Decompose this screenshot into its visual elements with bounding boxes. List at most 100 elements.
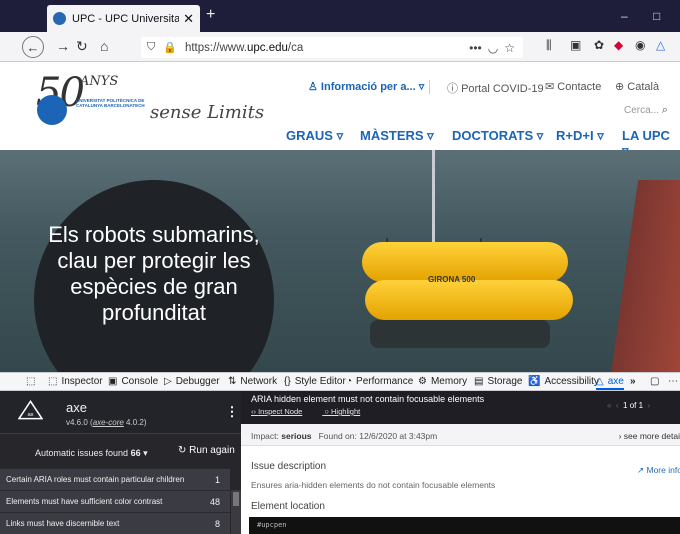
close-tab-icon[interactable]: ✕ [183, 11, 194, 27]
back-button[interactable]: ← [22, 36, 44, 58]
address-bar[interactable]: ⛉ 🔒 https://www.upc.edu/ca ••• ◡ ☆ [141, 37, 523, 58]
bookmark-star-icon[interactable]: ☆ [504, 41, 515, 55]
axe-title: axe [66, 400, 87, 415]
highlight-link[interactable]: ○ Highlight [324, 407, 370, 416]
submarine-lower-hull-image [365, 280, 573, 320]
header-divider [429, 80, 430, 94]
issue-actions: ‹› Inspect Node ○ Highlight [251, 407, 380, 416]
axe-options-icon[interactable]: ⋮ [223, 401, 241, 425]
found-on-text: Found on: 12/6/2020 at 3:43pm [318, 431, 438, 441]
browser-tab[interactable]: UPC - UPC Universitat Politècnica ✕ [47, 5, 200, 32]
devtools-menu-icon[interactable]: ⋯ [668, 376, 678, 387]
issues-found-dropdown[interactable]: Automatic issues found 66 ▾ [0, 443, 170, 465]
forward-button[interactable]: → [56, 38, 70, 54]
element-location-heading: Element location [251, 501, 325, 512]
sidebar-icon[interactable]: ▣ [570, 38, 581, 52]
nav-masters[interactable]: MÀSTERS ▿ [360, 128, 434, 144]
site-search-input[interactable]: Cerca... ⌕ [624, 104, 668, 117]
nav-graus[interactable]: GRAUS ▿ [286, 128, 343, 144]
scrollbar-thumb[interactable] [233, 492, 239, 506]
issue-row[interactable]: Certain ARIA roles must contain particul… [0, 468, 230, 490]
hero-headline[interactable]: Els robots submarins, clau per protegir … [34, 222, 274, 326]
site-header: 50 ANYS UNIVERSITAT POLITÈCNICA DE CATAL… [0, 62, 680, 158]
library-icon[interactable]: ⫼ [546, 38, 552, 53]
svg-text:ax: ax [27, 412, 33, 418]
covid-portal-link[interactable]: ⓘ Portal COVID-19 [447, 80, 544, 96]
extension-color-icon[interactable]: ◆ [614, 38, 623, 52]
restore-window-button[interactable]: □ [653, 9, 660, 23]
ship-hull-image [610, 180, 680, 372]
tab-network[interactable]: ⇅ Network [228, 376, 277, 387]
new-tab-button[interactable]: + [206, 6, 215, 24]
upc-favicon-icon [53, 12, 66, 25]
storage-icon: ▤ [474, 376, 484, 387]
tab-accessibility[interactable]: ♿ Accessibility [528, 376, 599, 387]
issue-list-scrollbar[interactable] [231, 490, 241, 534]
issue-row[interactable]: Elements must have sufficient color cont… [0, 490, 230, 512]
dock-options-icon[interactable]: ▢ [650, 376, 659, 387]
console-icon: ▣ [108, 376, 118, 387]
logo-university-name: UNIVERSITAT POLITÈCNICA DE CATALUNYA BAR… [76, 98, 145, 108]
tab-memory[interactable]: ⚙ Memory [418, 376, 467, 387]
logo-anys: ANYS [80, 74, 119, 89]
extension-icon[interactable]: ✿ [594, 38, 604, 52]
run-again-button[interactable]: ↻ Run again [178, 445, 235, 456]
issue-header: ARIA hidden element must not contain foc… [241, 391, 680, 424]
network-icon: ⇅ [228, 376, 237, 387]
url-text: https://www.upc.edu/ca [184, 41, 304, 54]
minimize-window-button[interactable]: – [621, 9, 628, 23]
nav-doctorats[interactable]: DOCTORATS ▿ [452, 128, 543, 144]
issue-pager[interactable]: « ‹ 1 of 1 › [607, 401, 650, 410]
more-info-link[interactable]: ↗ More info [637, 465, 680, 476]
tab-console[interactable]: ▣ Console [108, 376, 158, 387]
language-selector[interactable]: ⊕ Català [615, 80, 659, 93]
axe-issue-detail: ARIA hidden element must not contain foc… [241, 391, 680, 534]
axe-tab-icon: △ [596, 376, 604, 387]
upc-logo-icon[interactable] [37, 95, 67, 125]
performance-icon: ◔ [346, 376, 353, 387]
debugger-icon: ▷ [164, 376, 172, 387]
page-actions-button[interactable]: ••• [469, 41, 482, 55]
see-more-button[interactable]: › see more detai [619, 431, 680, 441]
tab-title: UPC - UPC Universitat Politècnica [72, 12, 180, 25]
info-for-link[interactable]: ♙ Informació per a... ▿ [308, 80, 424, 93]
axe-core-link[interactable]: axe-core [93, 418, 124, 427]
devtools-toolbar: ⬚ ⬚ Inspector ▣ Console ▷ Debugger ⇅ Network… [0, 372, 680, 391]
inspector-icon: ⬚ [48, 376, 58, 387]
axe-toolbar-icon[interactable]: △ [656, 38, 665, 52]
vehicle-label: GIRONA 500 [428, 275, 476, 284]
accessibility-icon: ♿ [528, 376, 541, 387]
contact-link[interactable]: ✉ Contacte [545, 80, 601, 93]
tab-style-editor[interactable]: {} Style Editor [284, 376, 346, 387]
nav-rdi[interactable]: R+D+I ▿ [556, 128, 604, 144]
reload-button[interactable]: ↻ [76, 38, 88, 55]
home-button[interactable]: ⌂ [100, 38, 108, 54]
pick-element-icon[interactable]: ⬚ [26, 376, 35, 387]
submarine-base-image [370, 320, 550, 348]
impact-value: serious [281, 431, 312, 441]
issue-description-text: Ensures aria-hidden elements do not cont… [251, 480, 496, 490]
tab-storage[interactable]: ▤ Storage [474, 376, 522, 387]
issue-title: ARIA hidden element must not contain foc… [251, 394, 485, 404]
lock-icon[interactable]: 🔒 [163, 41, 177, 54]
browser-nav-bar: ← → ↻ ⌂ ⛉ 🔒 https://www.upc.edu/ca ••• ◡… [0, 32, 680, 62]
style-editor-icon: {} [284, 376, 291, 387]
axe-sidebar: ax axe v4.6.0 (axe-core 4.0.2) ⋮ Automat… [0, 391, 241, 534]
logo-slogan: sense Limits [150, 102, 265, 123]
axe-version: v4.6.0 (axe-core 4.0.2) [66, 418, 147, 427]
search-icon[interactable]: ⌕ [662, 104, 668, 116]
pocket-icon[interactable]: ◡ [488, 41, 498, 55]
tab-inspector[interactable]: ⬚ Inspector [48, 376, 103, 387]
axe-header: ax axe v4.6.0 (axe-core 4.0.2) ⋮ [0, 391, 241, 434]
inspect-node-link[interactable]: ‹› Inspect Node [251, 407, 312, 416]
tab-axe[interactable]: △ axe [596, 376, 624, 390]
more-tabs-button[interactable]: » [630, 376, 636, 387]
account-icon[interactable]: ◉ [635, 38, 645, 52]
memory-icon: ⚙ [418, 376, 427, 387]
issue-row[interactable]: Links must have discernible text 8 [0, 512, 230, 534]
hero-banner[interactable]: GIRONA 500 Els robots submarins, clau pe… [0, 150, 680, 372]
tab-debugger[interactable]: ▷ Debugger [164, 376, 220, 387]
tracking-shield-icon[interactable]: ⛉ [147, 41, 155, 54]
element-location-code[interactable]: #upcpen [249, 517, 680, 534]
tab-performance[interactable]: ◔ Performance [346, 376, 413, 387]
